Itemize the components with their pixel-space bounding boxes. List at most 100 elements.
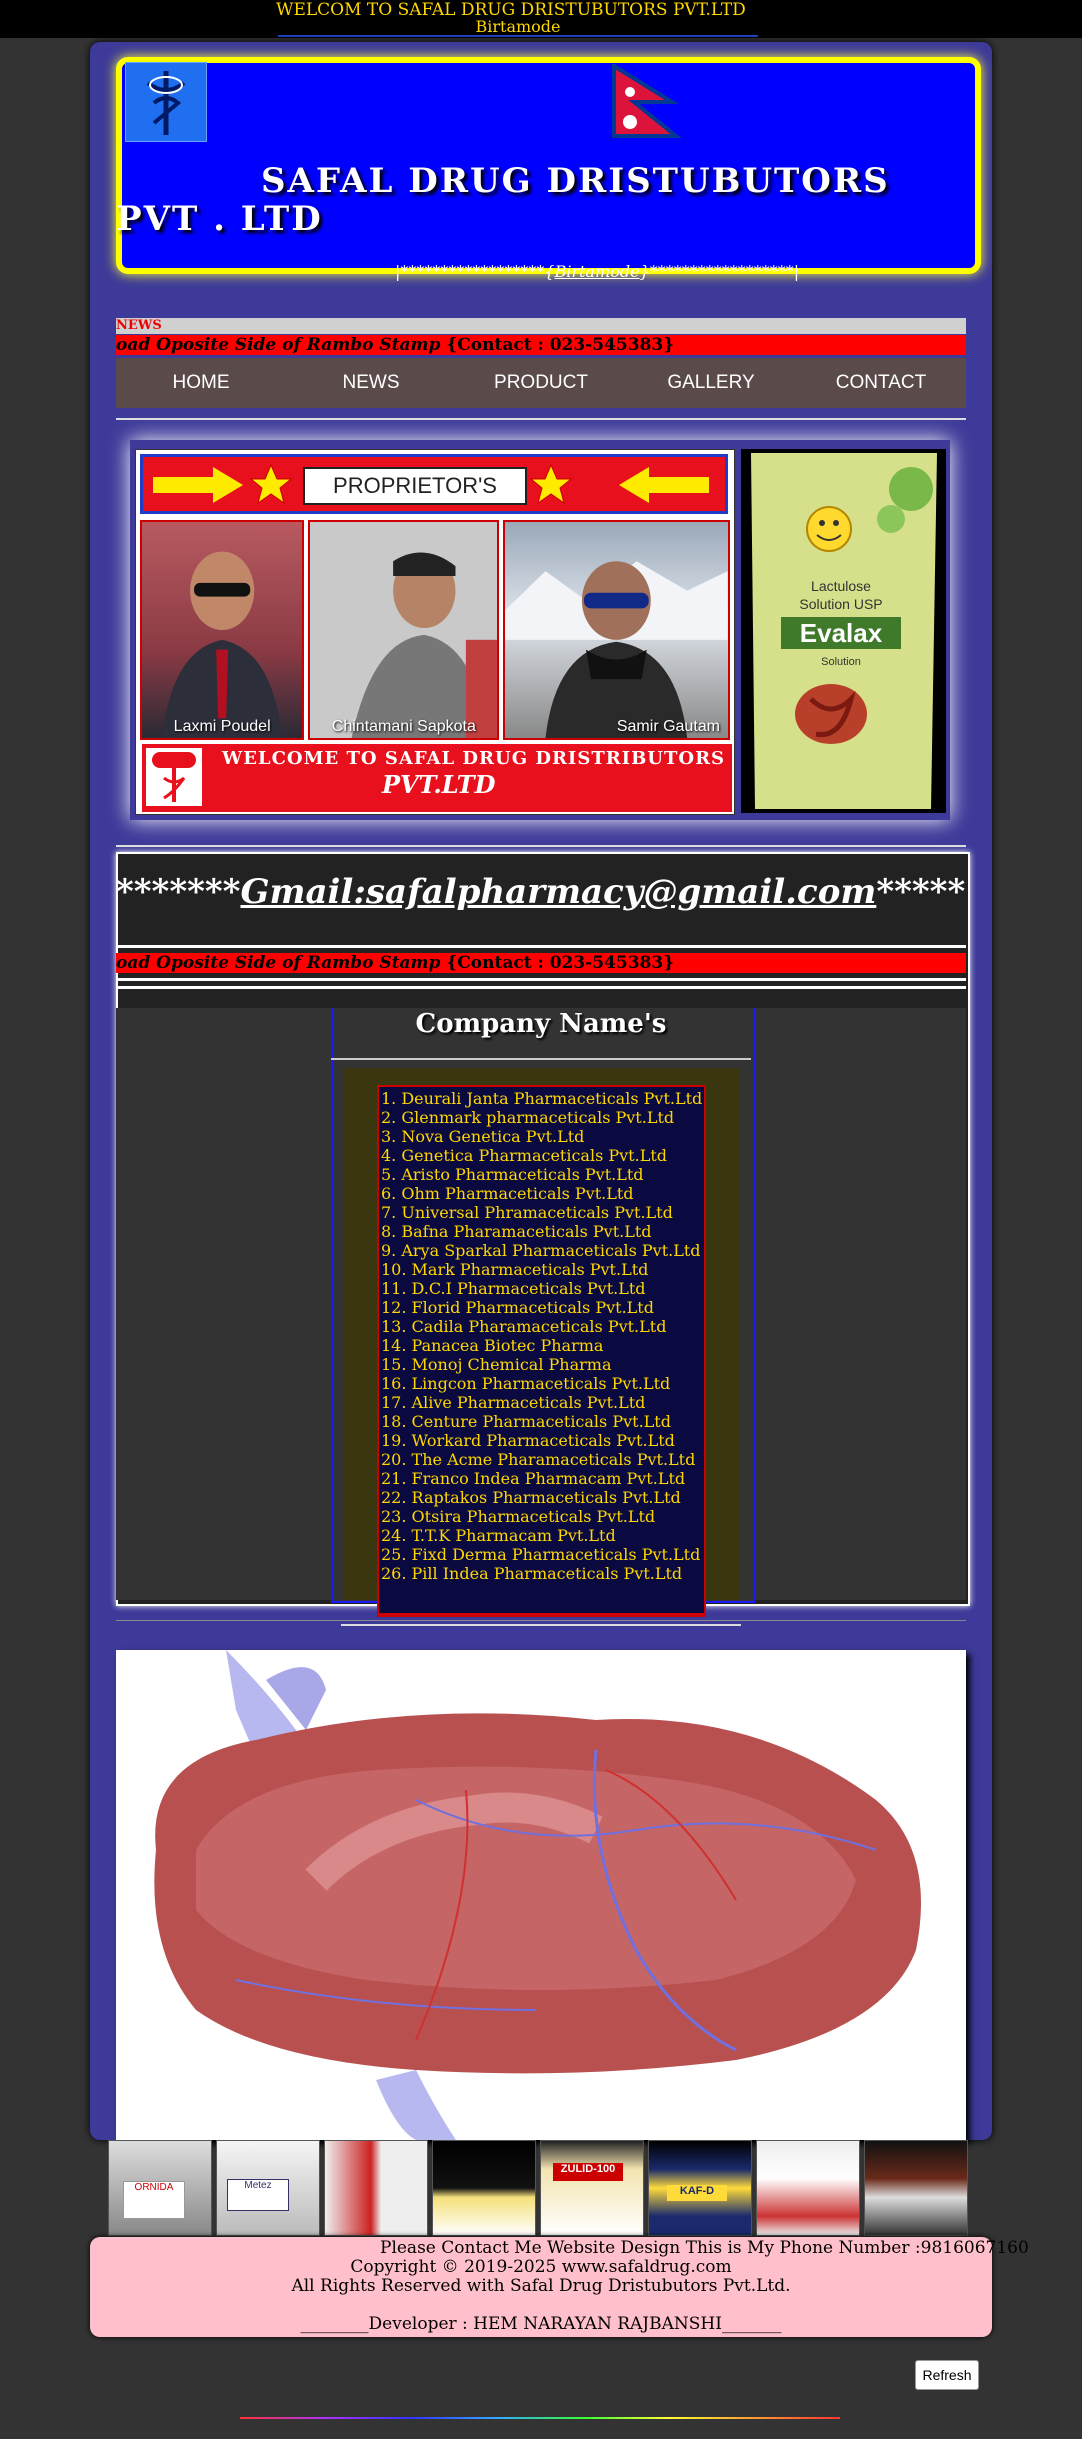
- proprietor-photos: Laxmi Poudel Chintamani Sapkota Samir Ga…: [140, 520, 730, 740]
- thumb-label: ZULID-100: [553, 2163, 623, 2181]
- product-box-image: Lactulose Solution USP Evalax Solution: [741, 449, 946, 813]
- company-title: Company Name's: [415, 1009, 667, 1039]
- company-list-item: 2. Glenmark pharmaceticals Pvt.Ltd: [381, 1108, 675, 1127]
- email-link[interactable]: Gmail:safalpharmacy@gmail.com: [240, 872, 876, 912]
- product-gallery-strip: ORNIDA Metez ZULID-100 KAF-D: [108, 2140, 968, 2236]
- refresh-button[interactable]: Refresh: [915, 2360, 979, 2390]
- divider: [116, 978, 966, 981]
- company-list-item: 21. Franco Indea Pharmacam Pvt.Ltd: [381, 1469, 686, 1488]
- product-text-3: Solution: [821, 656, 861, 668]
- thumb-label: Metez: [227, 2179, 289, 2211]
- news-ticker: oad Oposite Side of Rambo Stamp {Contact…: [116, 335, 966, 355]
- company-list-item: 20. The Acme Pharamaceticals Pvt.Ltd: [381, 1450, 696, 1469]
- divider: [116, 1620, 966, 1621]
- pharmacy-logo-icon: [146, 748, 202, 806]
- site-title-line1: SAFAL DRUG DRISTUBUTORS: [261, 161, 890, 201]
- divider: [331, 1058, 751, 1060]
- thumb-label: KAF-D: [667, 2185, 727, 2201]
- arrow-right-icon: [153, 463, 293, 505]
- location-banner: |******************{Birtamode}**********…: [395, 262, 799, 281]
- gallery-thumb[interactable]: [324, 2140, 428, 2236]
- product-brand: Evalax: [800, 618, 883, 648]
- company-list-item: 15. Monoj Chemical Pharma: [381, 1355, 612, 1374]
- gallery-thumb[interactable]: [864, 2140, 968, 2236]
- welcome-text: WELCOME TO SAFAL DRUG DRISTRIBUTORS: [222, 748, 726, 769]
- email-line: *******Gmail:safalpharmacy@gmail.com****…: [116, 872, 966, 912]
- company-list-item: 11. D.C.I Pharmaceticals Pvt.Ltd: [381, 1279, 646, 1298]
- company-list-item: 24. T.T.K Pharmacam Pvt.Ltd: [381, 1526, 616, 1545]
- company-list-item: 5. Aristo Pharmaceticals Pvt.Ltd: [381, 1165, 644, 1184]
- company-list-item: 6. Ohm Pharmaceticals Pvt.Ltd: [381, 1184, 634, 1203]
- heart-image: [116, 1650, 966, 2140]
- proprietor-name: Chintamani Sapkota: [331, 718, 476, 735]
- email-stars-left: *******: [116, 872, 241, 912]
- nav-gallery[interactable]: GALLERY: [626, 358, 796, 408]
- nav-news[interactable]: NEWS: [286, 358, 456, 408]
- product-text-2: Solution USP: [799, 596, 882, 612]
- company-list-item: 16. Lingcon Pharmaceticals Pvt.Ltd: [381, 1374, 671, 1393]
- news-label: NEWS: [116, 318, 966, 334]
- site-title-line2: PVT . LTD: [116, 199, 323, 239]
- birtamode-link[interactable]: Birtamode: [555, 262, 640, 281]
- proprietor-name: Samir Gautam: [616, 718, 720, 735]
- company-list-item: 14. Panacea Biotec Pharma: [381, 1336, 604, 1355]
- product-photo: Lactulose Solution USP Evalax Solution: [741, 449, 946, 813]
- top-bar: WELCOM TO SAFAL DRUG DRISTUBUTORS PVT.LT…: [0, 0, 1082, 38]
- footer-contact: Please Contact Me Website Design This is…: [380, 2238, 1029, 2258]
- person-photo-icon: [162, 551, 283, 738]
- person-photo-icon: [505, 561, 728, 738]
- company-list: 1. Deurali Janta Pharmaceticals Pvt.Ltd 2…: [377, 1085, 706, 1617]
- company-list-item: 9. Arya Sparkal Pharmaceticals Pvt.Ltd: [381, 1241, 701, 1260]
- arrow-left-icon: [529, 463, 709, 505]
- proprietors-banner: PROPRIETOR'S Laxmi Poudel Chintamani Sap…: [135, 449, 735, 815]
- company-list-item: 17. Alive Pharmaceticals Pvt.Ltd: [381, 1393, 646, 1412]
- gallery-thumb[interactable]: Metez: [216, 2140, 320, 2236]
- footer-developer: ________Developer : HEM NARAYAN RAJBANSH…: [300, 2314, 782, 2334]
- ticker-address: oad Oposite Side of Rambo Stamp: [116, 335, 441, 355]
- email-stars-right: ********: [876, 872, 966, 912]
- proprietors-header: PROPRIETOR'S: [140, 454, 728, 514]
- person-photo-icon: [310, 522, 498, 738]
- gallery-thumb[interactable]: ORNIDA: [108, 2140, 212, 2236]
- welcome-footer: WELCOME TO SAFAL DRUG DRISTRIBUTORS PVT.…: [140, 742, 734, 814]
- divider: [116, 945, 966, 948]
- site-footer: Please Contact Me Website Design This is…: [90, 2237, 1029, 2337]
- footer-rights: All Rights Reserved with Safal Drug Dris…: [291, 2276, 791, 2296]
- divider: [116, 845, 966, 847]
- company-list-item: 1. Deurali Janta Pharmaceticals Pvt.Ltd: [381, 1089, 703, 1108]
- company-list-item: 3. Nova Genetica Pvt.Ltd: [381, 1127, 585, 1146]
- proprietor-photo: Chintamani Sapkota: [308, 520, 500, 740]
- news-ticker-2: oad Oposite Side of Rambo Stamp {Contact…: [116, 953, 966, 973]
- nav-home[interactable]: HOME: [116, 358, 286, 408]
- company-list-item: 22. Raptakos Pharmaceticals Pvt.Ltd: [381, 1488, 681, 1507]
- nepal-flag-icon: [612, 64, 682, 138]
- proprietors-title: PROPRIETOR'S: [303, 467, 527, 505]
- banner-stars-right: }******************|: [639, 262, 800, 281]
- gallery-thumb[interactable]: ZULID-100: [540, 2140, 644, 2236]
- top-location-text: Birtamode: [278, 17, 758, 37]
- company-list-item: 18. Centure Pharmaceticals Pvt.Ltd: [381, 1412, 671, 1431]
- rainbow-divider: [240, 2417, 840, 2419]
- nav-contact[interactable]: CONTACT: [796, 358, 966, 408]
- thumb-label: ORNIDA: [123, 2181, 185, 2219]
- nav-product[interactable]: PRODUCT: [456, 358, 626, 408]
- company-list-item: 7. Universal Phramaceticals Pvt.Ltd: [381, 1203, 673, 1222]
- welcome-pvt-ltd: PVT.LTD: [382, 770, 496, 799]
- proprietor-name: Laxmi Poudel: [173, 718, 271, 735]
- heart-illustration: [116, 1650, 966, 2140]
- pharmacy-logo-icon: [125, 62, 207, 142]
- company-list-item: 26. Pill Indea Pharmaceticals Pvt.Ltd: [381, 1564, 683, 1583]
- company-list-item: 13. Cadila Pharamaceticals Pvt.Ltd: [381, 1317, 667, 1336]
- ticker-contact: {Contact : 023-545383}: [446, 953, 675, 973]
- company-list-item: 19. Workard Pharmaceticals Pvt.Ltd: [381, 1431, 675, 1450]
- company-list-item: 10. Mark Pharmaceticals Pvt.Ltd: [381, 1260, 649, 1279]
- divider: [116, 986, 966, 989]
- proprietor-photo: Laxmi Poudel: [140, 520, 305, 740]
- site-title: SAFAL DRUG DRISTUBUTORS PVT . LTD: [116, 162, 956, 238]
- gallery-thumb[interactable]: KAF-D: [648, 2140, 752, 2236]
- main-nav: HOME NEWS PRODUCT GALLERY CONTACT: [116, 358, 966, 408]
- divider: [116, 418, 966, 420]
- gallery-thumb[interactable]: [756, 2140, 860, 2236]
- gallery-thumb[interactable]: [432, 2140, 536, 2236]
- ticker-address: oad Oposite Side of Rambo Stamp: [116, 953, 441, 973]
